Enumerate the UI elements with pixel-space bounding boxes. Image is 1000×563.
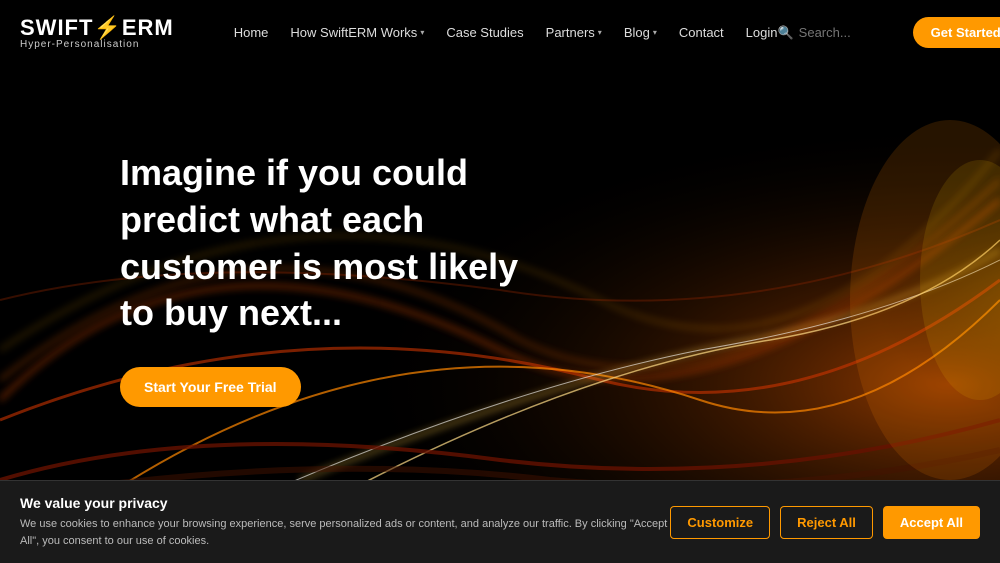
logo-wordmark: SWIFT⚡ERM <box>20 15 174 41</box>
logo-erm: ERM <box>122 15 174 40</box>
nav-links: Home How SwiftERM Works ▾ Case Studies P… <box>234 25 778 40</box>
nav-contact[interactable]: Contact <box>679 25 724 40</box>
nav-partners[interactable]: Partners ▾ <box>546 25 602 40</box>
nav-home[interactable]: Home <box>234 25 269 40</box>
nav-case-studies[interactable]: Case Studies <box>446 25 523 40</box>
get-started-button[interactable]: Get Started <box>913 17 1000 48</box>
cookie-left: We value your privacy We use cookies to … <box>20 495 670 549</box>
search-area[interactable]: 🔍 <box>777 25 898 41</box>
cookie-title: We value your privacy <box>20 495 670 511</box>
search-icon: 🔍 <box>777 25 793 41</box>
cookie-buttons: Customize Reject All Accept All <box>670 506 980 539</box>
accept-all-button[interactable]: Accept All <box>883 506 980 539</box>
logo[interactable]: SWIFT⚡ERM Hyper-Personalisation <box>20 15 174 50</box>
reject-all-button[interactable]: Reject All <box>780 506 873 539</box>
logo-lightning: ⚡ <box>93 15 121 40</box>
navbar: SWIFT⚡ERM Hyper-Personalisation Home How… <box>0 0 1000 65</box>
nav-how-it-works[interactable]: How SwiftERM Works ▾ <box>290 25 424 40</box>
navbar-left: SWIFT⚡ERM Hyper-Personalisation Home How… <box>20 15 777 50</box>
nav-blog[interactable]: Blog ▾ <box>624 25 657 40</box>
logo-tagline: Hyper-Personalisation <box>20 39 174 50</box>
cookie-body: We use cookies to enhance your browsing … <box>20 516 670 549</box>
hero-title: Imagine if you could predict what each c… <box>120 150 520 337</box>
cookie-banner: We value your privacy We use cookies to … <box>0 480 1000 563</box>
chevron-blog-icon: ▾ <box>653 28 657 37</box>
hero-content: Imagine if you could predict what each c… <box>120 150 520 407</box>
navbar-right: 🔍 Get Started <box>777 17 1000 48</box>
nav-login[interactable]: Login <box>746 25 778 40</box>
chevron-how-icon: ▾ <box>420 28 424 37</box>
chevron-partners-icon: ▾ <box>598 28 602 37</box>
trial-button[interactable]: Start Your Free Trial <box>120 367 301 407</box>
search-input[interactable] <box>799 25 899 40</box>
logo-swift: SWIFT <box>20 15 93 40</box>
hero-section: SWIFT⚡ERM Hyper-Personalisation Home How… <box>0 0 1000 563</box>
customize-button[interactable]: Customize <box>670 506 770 539</box>
